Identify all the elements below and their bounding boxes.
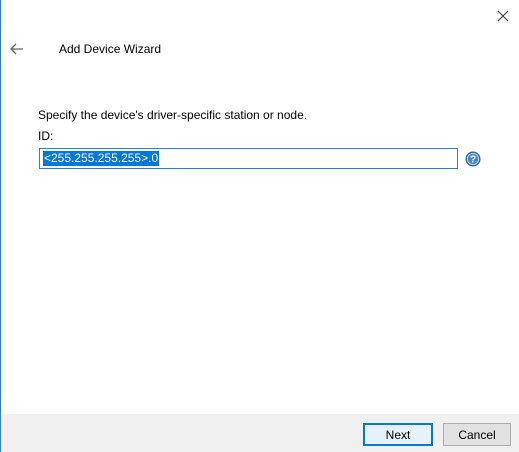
svg-text:?: ? xyxy=(470,155,476,166)
id-input[interactable]: <255.255.255.255>.0 xyxy=(39,148,458,169)
next-button[interactable]: Next xyxy=(363,423,433,446)
wizard-window: Add Device Wizard Specify the device's d… xyxy=(0,0,519,452)
id-label: ID: xyxy=(38,129,54,143)
wizard-title: Add Device Wizard xyxy=(59,42,162,56)
help-icon[interactable]: ? xyxy=(465,151,481,167)
id-input-value: <255.255.255.255>.0 xyxy=(43,151,160,166)
back-arrow-icon[interactable] xyxy=(9,41,25,57)
prompt-text: Specify the device's driver-specific sta… xyxy=(38,108,308,122)
close-icon[interactable] xyxy=(496,9,510,23)
footer-bar xyxy=(1,414,519,452)
cancel-button[interactable]: Cancel xyxy=(443,423,511,446)
